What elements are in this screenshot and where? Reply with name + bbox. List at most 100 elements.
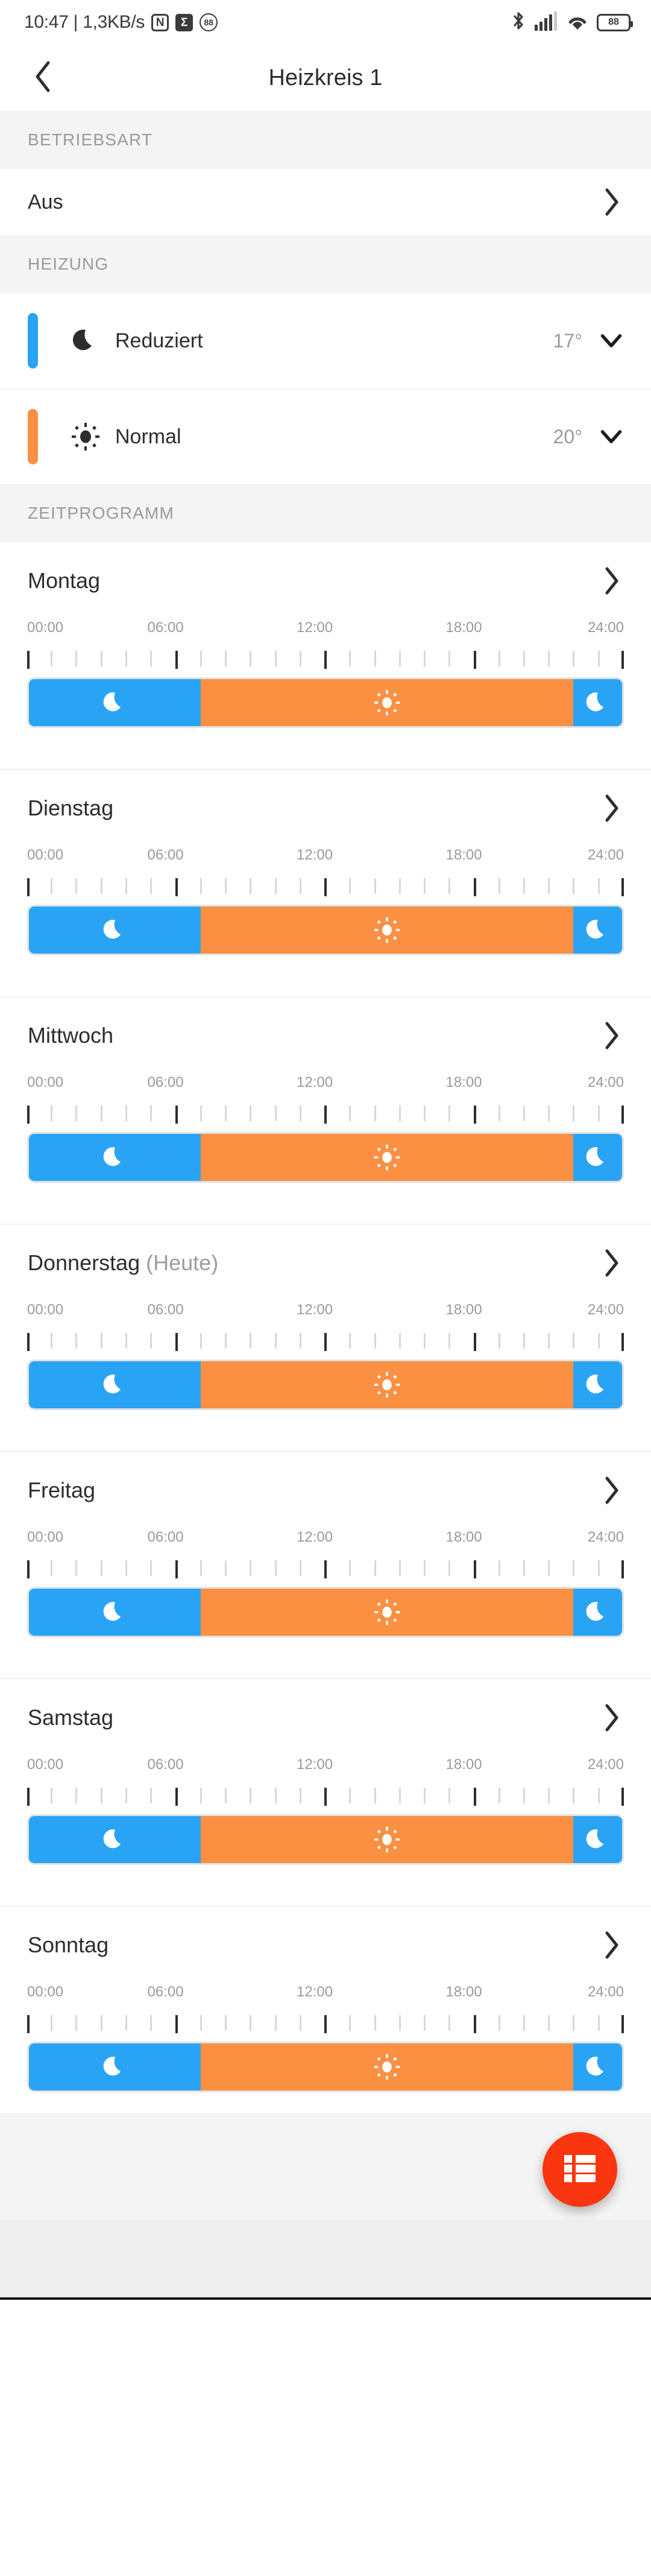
- tick-minor: [125, 1788, 127, 1803]
- tick-minor: [125, 1560, 127, 1576]
- schedule-bar[interactable]: [27, 677, 624, 728]
- tick-minor: [398, 1333, 401, 1349]
- chevron-right-icon: [599, 1704, 623, 1732]
- axis-tick-label: 18:00: [445, 1756, 482, 1773]
- day-label: Sonntag: [28, 1932, 109, 1957]
- schedule-bar[interactable]: [27, 1359, 624, 1410]
- schedule-bar[interactable]: [27, 2042, 624, 2092]
- schedule-bar[interactable]: [27, 905, 624, 955]
- tick-minor: [125, 651, 127, 666]
- axis-tick-label: 18:00: [445, 1529, 482, 1545]
- schedule-day-header[interactable]: Freitag: [0, 1452, 651, 1529]
- timeline-ticks: [27, 651, 624, 669]
- axis-tick-label: 12:00: [297, 1529, 333, 1545]
- schedule-segment-normal[interactable]: [201, 679, 574, 726]
- chevron-right-icon: [599, 794, 623, 822]
- schedule-segment-reduziert[interactable]: [573, 2043, 622, 2090]
- mode-temperature: 20°: [553, 425, 582, 448]
- moon-icon: [585, 2054, 611, 2080]
- system-navigation-bar: [0, 2220, 651, 2297]
- schedule-segment-normal[interactable]: [201, 2043, 574, 2090]
- tick-major: [621, 1560, 624, 1578]
- schedule-segment-reduziert[interactable]: [29, 907, 201, 954]
- bluetooth-icon: [511, 11, 526, 34]
- schedule-segment-reduziert[interactable]: [29, 1816, 201, 1863]
- schedule-day-header[interactable]: Donnerstag (Heute): [0, 1224, 651, 1302]
- tick-minor: [200, 1560, 202, 1576]
- axis-tick-label: 18:00: [445, 1074, 482, 1090]
- schedule-day-header[interactable]: Dienstag: [0, 770, 651, 847]
- heizung-mode-row-reduziert[interactable]: Reduziert 17°: [0, 293, 651, 388]
- sun-icon: [374, 1599, 400, 1625]
- schedule-day-header[interactable]: Mittwoch: [0, 997, 651, 1074]
- back-button[interactable]: [24, 59, 63, 97]
- schedule-day-block: Sonntag 00:00 06:00 12:00 18:00 24:00: [0, 1907, 651, 2113]
- schedule-bar[interactable]: [27, 1814, 624, 1865]
- schedule-segment-reduziert[interactable]: [29, 1361, 201, 1408]
- schedule-segment-reduziert[interactable]: [29, 1589, 201, 1636]
- tick-minor: [548, 651, 550, 666]
- tick-minor: [423, 651, 426, 666]
- mode-accent-bar: [28, 313, 38, 369]
- schedule-day-block: Montag 00:00 06:00 12:00 18:00 24:00: [0, 542, 651, 748]
- axis-tick-label: 06:00: [147, 1984, 184, 2000]
- tick-minor: [75, 1788, 78, 1803]
- sun-icon: [374, 917, 400, 943]
- schedule-segment-reduziert[interactable]: [573, 1361, 622, 1408]
- schedule-bar[interactable]: [27, 1587, 624, 1638]
- timeline-ticks: [27, 1333, 624, 1351]
- schedule-day-block: Freitag 00:00 06:00 12:00 18:00 24:00: [0, 1452, 651, 1658]
- schedule-day-header[interactable]: Samstag: [0, 1679, 651, 1756]
- tick-minor: [200, 1106, 202, 1121]
- schedule-segment-reduziert[interactable]: [573, 1816, 622, 1863]
- tick-minor: [523, 1788, 525, 1803]
- schedule-segment-reduziert[interactable]: [573, 1589, 622, 1636]
- schedule-bar[interactable]: [27, 1132, 624, 1183]
- schedule-day-header[interactable]: Montag: [0, 542, 651, 619]
- schedule-timeline: 00:00 06:00 12:00 18:00 24:00: [0, 1074, 651, 1183]
- schedule-segment-normal[interactable]: [201, 1589, 574, 1636]
- schedule-day-header[interactable]: Sonntag: [0, 1907, 651, 1984]
- tick-major: [621, 1106, 624, 1124]
- schedule-segment-reduziert[interactable]: [573, 679, 622, 726]
- tick-minor: [125, 1106, 127, 1121]
- schedule-segment-reduziert[interactable]: [573, 907, 622, 954]
- tick-minor: [448, 2015, 451, 2031]
- tick-minor: [250, 651, 252, 666]
- tick-minor: [349, 1788, 351, 1803]
- tick-minor: [423, 2015, 426, 2031]
- tick-minor: [349, 2015, 351, 2031]
- schedule-menu-fab[interactable]: [542, 2132, 617, 2207]
- schedule-segment-normal[interactable]: [201, 1134, 574, 1181]
- sigma-icon: Σ: [175, 13, 193, 31]
- schedule-timeline: 00:00 06:00 12:00 18:00 24:00: [0, 847, 651, 955]
- schedule-segment-reduziert[interactable]: [29, 2043, 201, 2090]
- axis-tick-label: 24:00: [587, 1984, 624, 2000]
- schedule-segment-normal[interactable]: [201, 1816, 574, 1863]
- tick-minor: [200, 1788, 202, 1803]
- schedule-segment-normal[interactable]: [201, 907, 574, 954]
- tick-minor: [498, 1788, 500, 1803]
- axis-tick-label: 12:00: [297, 1302, 333, 1318]
- timeline-ticks: [27, 878, 624, 896]
- tick-minor: [100, 651, 102, 666]
- axis-tick-label: 18:00: [445, 1302, 482, 1318]
- tick-minor: [250, 1106, 252, 1121]
- chevron-down-icon[interactable]: [599, 425, 623, 449]
- tick-major: [473, 878, 476, 896]
- tick-minor: [274, 1788, 277, 1803]
- schedule-segment-reduziert[interactable]: [29, 679, 201, 726]
- schedule-segment-reduziert[interactable]: [573, 1134, 622, 1181]
- axis-tick-label: 06:00: [147, 619, 184, 636]
- heizung-mode-row-normal[interactable]: Normal 20°: [0, 389, 651, 484]
- tick-minor: [224, 1333, 227, 1349]
- betriebsart-row[interactable]: Aus: [0, 169, 651, 235]
- chevron-right-icon: [599, 188, 623, 216]
- mode-name: Normal: [115, 425, 181, 448]
- chevron-down-icon[interactable]: [599, 329, 623, 353]
- tick-minor: [573, 1333, 575, 1349]
- tick-minor: [548, 1106, 550, 1121]
- schedule-segment-reduziert[interactable]: [29, 1134, 201, 1181]
- sun-icon: [374, 689, 400, 716]
- schedule-segment-normal[interactable]: [201, 1361, 574, 1408]
